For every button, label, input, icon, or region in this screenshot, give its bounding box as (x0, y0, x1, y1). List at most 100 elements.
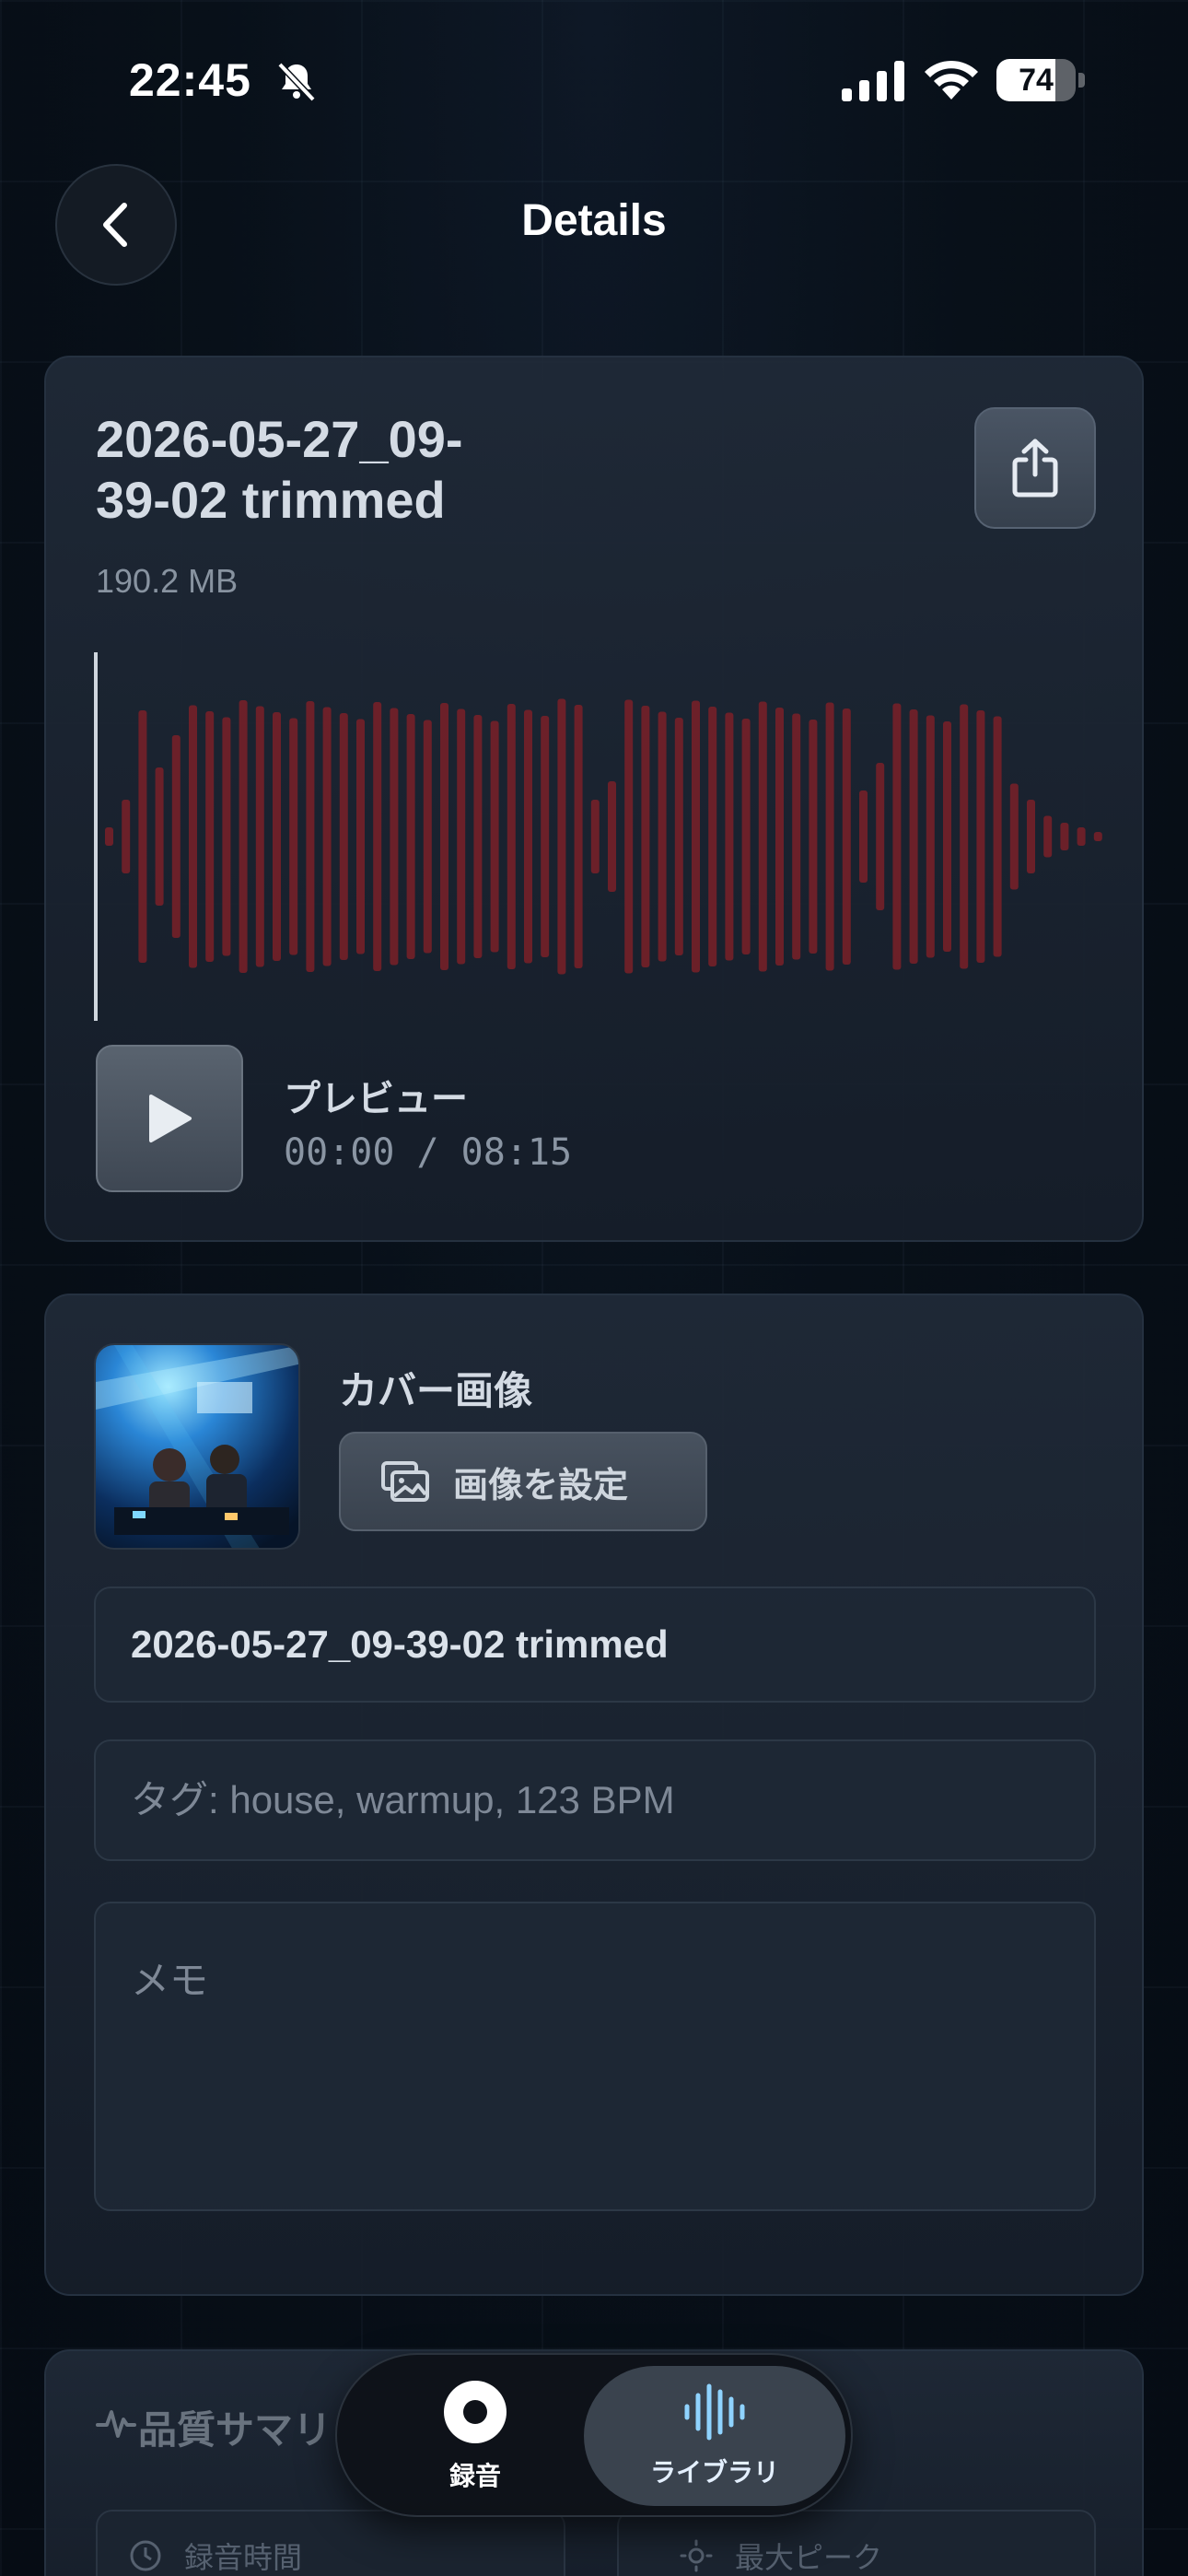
waveform-bar (758, 701, 767, 972)
waveform[interactable] (94, 652, 1135, 1021)
waveform-bar (809, 720, 818, 954)
waveform-bar (674, 718, 683, 955)
waveform-bar (976, 710, 985, 963)
waveform-bar (541, 716, 550, 957)
waveform-bar (189, 705, 197, 968)
waveform-bar (876, 763, 885, 910)
tags-field[interactable] (94, 1739, 1096, 1861)
tags-input[interactable] (131, 1778, 1094, 1822)
waveform-bar (842, 708, 851, 965)
duration-label: 録音時間 (184, 2541, 303, 2574)
waveform-bar (390, 708, 399, 966)
waveform-bar (624, 699, 634, 974)
tab-library[interactable]: ライブラリ (584, 2366, 845, 2506)
waveform-bar (943, 721, 951, 952)
play-button[interactable] (96, 1045, 243, 1192)
waveform-bar (725, 712, 734, 961)
cover-photo (96, 1345, 298, 1548)
waveform-bar (423, 720, 432, 954)
recording-card: 2026-05-27_09- 39-02 trimmed 190.2 MB プレ… (44, 356, 1144, 1242)
set-image-button[interactable]: 画像を設定 (339, 1432, 707, 1531)
status-bar: 22:45 74 (0, 0, 1188, 157)
bell-slash-icon (277, 62, 316, 102)
waveform-bar (255, 706, 264, 967)
title-field[interactable]: 2026-05-27_09-39-02 trimmed (94, 1587, 1096, 1703)
title-value: 2026-05-27_09-39-02 trimmed (131, 1622, 669, 1666)
waveform-bar (859, 790, 868, 883)
file-title: 2026-05-27_09- 39-02 trimmed (96, 410, 463, 529)
waveform-bar (306, 701, 315, 972)
status-time: 22:45 (129, 54, 251, 106)
file-size: 190.2 MB (96, 562, 239, 600)
cellular-signal-icon (842, 61, 904, 101)
waveform-bar (574, 705, 583, 968)
clock-icon (130, 2540, 161, 2571)
waveform-bar (406, 714, 415, 959)
recording-duration-stat: 録音時間 (96, 2510, 565, 2576)
waveform-bar (524, 709, 532, 964)
waveform-bar (1009, 783, 1019, 890)
memo-field[interactable] (94, 1902, 1096, 2211)
cover-label: カバー画像 (339, 1369, 533, 1412)
waveform-bar (557, 698, 566, 975)
tab-bar: 録音 ライブラリ (335, 2353, 853, 2517)
waveform-bar (993, 716, 1002, 957)
play-icon (149, 1095, 192, 1142)
waveform-bar (825, 702, 834, 971)
waveform-bar (1077, 827, 1086, 846)
waveform-bar (792, 713, 801, 960)
record-icon (444, 2381, 507, 2443)
waveform-bar (322, 707, 332, 966)
tab-library-label: ライブラリ (649, 2458, 779, 2487)
preview-label: プレビュー (284, 1079, 468, 1119)
waveform-bar (641, 706, 650, 967)
waveform-bar (490, 720, 499, 953)
peak-label: 最大ピーク (735, 2541, 883, 2574)
waveform-bar (440, 703, 448, 970)
waveform-bar (507, 704, 516, 969)
page-title: Details (521, 196, 667, 245)
waveform-bar (373, 702, 382, 971)
max-peak-stat: 最大ピーク (617, 2510, 1096, 2576)
waveform-bar (289, 718, 298, 955)
waveform-bar (138, 710, 147, 963)
waveform-bar (608, 781, 616, 892)
waveform-bar (960, 704, 969, 969)
waveform-bar (122, 800, 131, 873)
waveform-icon (684, 2383, 745, 2441)
cover-image[interactable] (94, 1343, 300, 1550)
waveform-bar (926, 715, 935, 958)
waveform-bar (339, 713, 348, 960)
summary-title: 品質サマリ (138, 2408, 332, 2452)
waveform-bar (457, 708, 466, 965)
metadata-card: カバー画像 画像を設定 2026-05-27_09-39-02 trimmed (44, 1294, 1144, 2296)
playback-time: 00:00 / 08:15 (284, 1131, 573, 1174)
waveform-bar (741, 719, 751, 954)
waveform-bar (708, 707, 717, 966)
tab-record[interactable]: 録音 (352, 2366, 599, 2506)
waveform-bar (909, 709, 918, 964)
memo-input[interactable] (131, 1950, 1094, 2171)
waveform-bar (205, 711, 215, 962)
waveform-bar (692, 700, 700, 973)
waveform-bar (1043, 815, 1053, 858)
photos-icon (381, 1461, 429, 1502)
share-icon (1012, 439, 1058, 498)
battery-indicator: 74 (996, 59, 1085, 101)
waveform-bar (1093, 832, 1102, 841)
waveform-bar (239, 700, 248, 973)
share-button[interactable] (974, 407, 1096, 529)
waveform-bar (273, 712, 281, 961)
wifi-icon (925, 60, 978, 100)
battery-percent: 74 (1019, 63, 1054, 98)
sun-icon (680, 2539, 713, 2572)
tab-record-label: 録音 (448, 2462, 501, 2490)
waveform-bar (1027, 800, 1035, 873)
waveform-bar (892, 703, 902, 970)
set-image-label: 画像を設定 (453, 1466, 629, 1505)
waveform-bar (658, 711, 667, 962)
waveform-bar (171, 735, 181, 938)
waveform-bar (775, 708, 784, 966)
waveform-bar (155, 767, 164, 906)
waveform-bar (590, 800, 600, 873)
